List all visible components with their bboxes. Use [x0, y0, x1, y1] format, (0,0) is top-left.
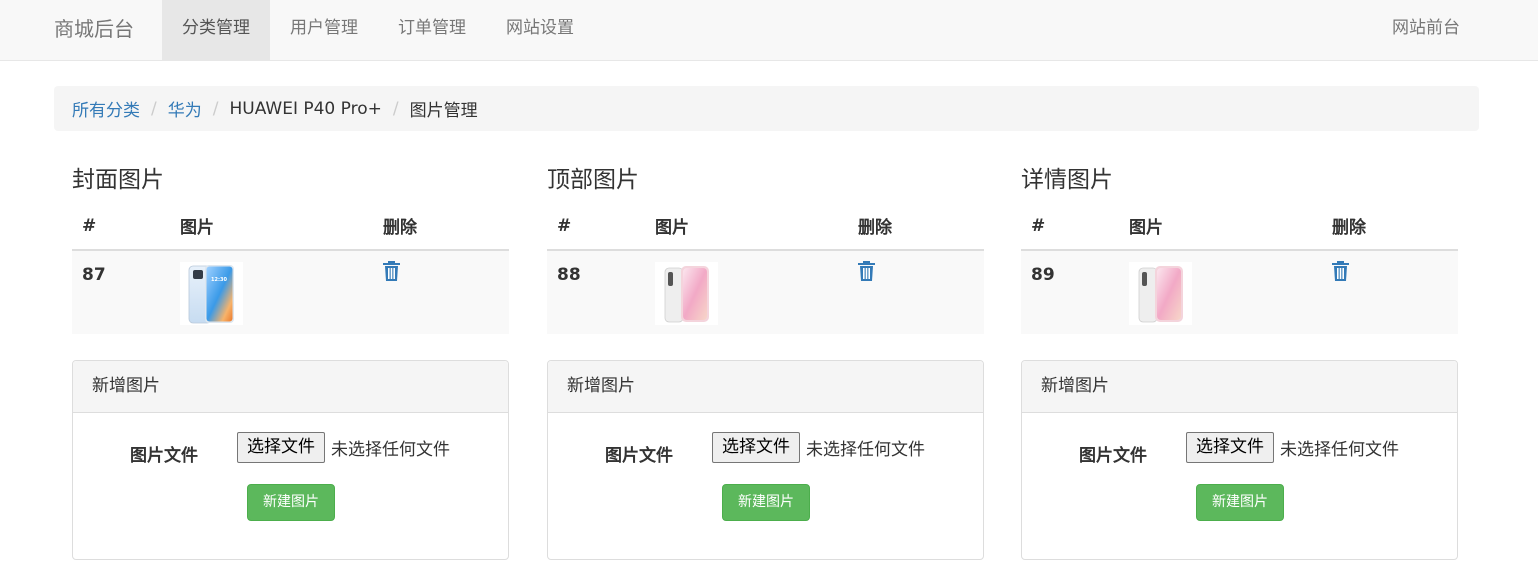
file-status: 未选择任何文件: [1280, 440, 1399, 460]
col-header-delete: 删除: [848, 202, 984, 251]
panel-heading: 新增图片: [1022, 361, 1457, 413]
file-input: 选择文件 未选择任何文件: [1186, 432, 1399, 463]
col-header-id: #: [72, 202, 170, 251]
nav-orders[interactable]: 订单管理: [378, 0, 486, 60]
image-table: # 图片 删除 89: [1021, 202, 1458, 334]
file-field-label: 图片文件: [605, 446, 673, 466]
section-title: 顶部图片: [547, 167, 639, 193]
breadcrumb-all-categories[interactable]: 所有分类: [72, 96, 140, 121]
phone-thumbnail: 12:30: [180, 262, 243, 325]
breadcrumb-separator: /: [392, 98, 399, 119]
choose-file-button[interactable]: 选择文件: [237, 432, 325, 463]
panel-heading: 新增图片: [548, 361, 983, 413]
upload-panel-detail: 新增图片 图片文件 选择文件 未选择任何文件 新建图片: [1021, 360, 1458, 560]
row-id: 88: [557, 265, 581, 285]
file-status: 未选择任何文件: [331, 440, 450, 460]
cover-image-section: 封面图片 # 图片 删除 87 12:30: [72, 160, 509, 334]
col-header-image: 图片: [645, 202, 848, 251]
phone-thumbnail: [655, 262, 718, 325]
col-header-image: 图片: [170, 202, 373, 251]
table-row: 87 12:30: [72, 250, 509, 334]
row-id: 87: [82, 265, 106, 285]
col-header-id: #: [547, 202, 645, 251]
trash-icon[interactable]: [383, 261, 400, 286]
nav-users[interactable]: 用户管理: [270, 0, 378, 60]
breadcrumb-product: HUAWEI P40 Pro+: [229, 98, 382, 119]
nav-storefront[interactable]: 网站前台: [1392, 0, 1460, 60]
breadcrumb-separator: /: [151, 98, 157, 119]
file-field-label: 图片文件: [130, 446, 198, 466]
image-table: # 图片 删除 87 12:30: [72, 202, 509, 334]
table-row: 88: [547, 250, 984, 334]
brand-link[interactable]: 商城后台: [54, 0, 134, 60]
breadcrumb-current: 图片管理: [409, 101, 478, 121]
file-input: 选择文件 未选择任何文件: [237, 432, 450, 463]
file-status: 未选择任何文件: [806, 440, 925, 460]
breadcrumb-separator: /: [212, 98, 219, 119]
detail-image-section: 详情图片 # 图片 删除 89: [1021, 160, 1458, 334]
create-image-button[interactable]: 新建图片: [247, 484, 335, 521]
breadcrumb-huawei[interactable]: 华为: [168, 96, 202, 121]
choose-file-button[interactable]: 选择文件: [712, 432, 800, 463]
file-input: 选择文件 未选择任何文件: [712, 432, 925, 463]
section-title: 详情图片: [1021, 167, 1113, 193]
nav-category[interactable]: 分类管理: [162, 0, 270, 60]
trash-icon[interactable]: [858, 261, 875, 286]
top-navbar: 商城后台 分类管理 用户管理 订单管理 网站设置 网站前台: [0, 0, 1538, 61]
col-header-image: 图片: [1119, 202, 1322, 251]
section-title: 封面图片: [72, 167, 164, 193]
svg-text:12:30: 12:30: [211, 277, 227, 283]
col-header-delete: 删除: [373, 202, 509, 251]
file-field-label: 图片文件: [1079, 446, 1147, 466]
table-row: 89: [1021, 250, 1458, 334]
breadcrumb: 所有分类 / 华为 / HUAWEI P40 Pro+ / 图片管理: [54, 86, 1479, 131]
image-table: # 图片 删除 88: [547, 202, 984, 334]
phone-thumbnail: [1129, 262, 1192, 325]
trash-icon[interactable]: [1332, 261, 1349, 286]
col-header-id: #: [1021, 202, 1119, 251]
create-image-button[interactable]: 新建图片: [722, 484, 810, 521]
upload-panel-cover: 新增图片 图片文件 选择文件 未选择任何文件 新建图片: [72, 360, 509, 560]
create-image-button[interactable]: 新建图片: [1196, 484, 1284, 521]
col-header-delete: 删除: [1322, 202, 1458, 251]
choose-file-button[interactable]: 选择文件: [1186, 432, 1274, 463]
panel-heading: 新增图片: [73, 361, 508, 413]
nav-settings[interactable]: 网站设置: [486, 0, 594, 60]
top-image-section: 顶部图片 # 图片 删除 88: [547, 160, 984, 334]
row-id: 89: [1031, 265, 1055, 285]
upload-panel-top: 新增图片 图片文件 选择文件 未选择任何文件 新建图片: [547, 360, 984, 560]
